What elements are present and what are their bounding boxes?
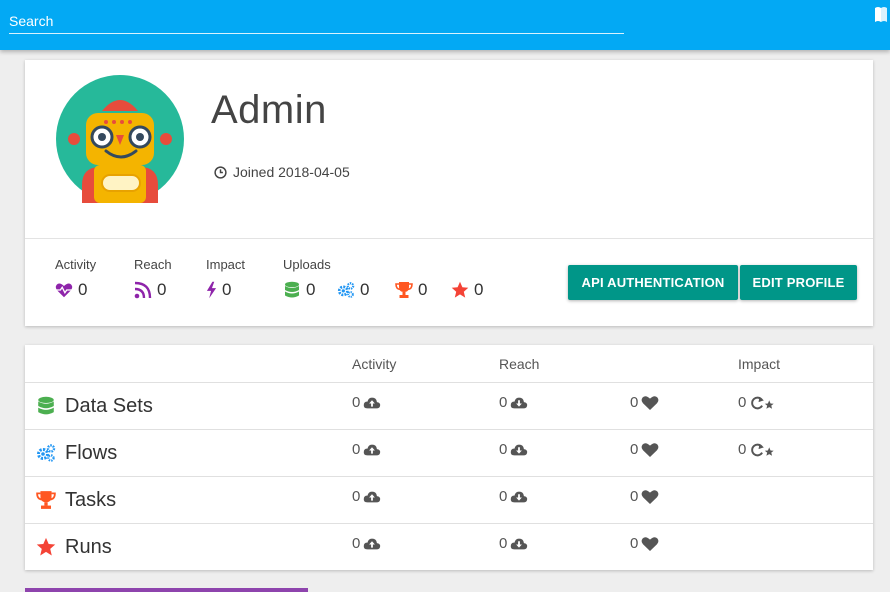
reach-count: 0 [499, 535, 508, 552]
reach-count: 0 [499, 441, 508, 458]
cloud-upload-icon [364, 538, 381, 549]
cloud-upload-icon [364, 397, 381, 408]
uploads-label: Uploads [283, 257, 331, 272]
header-reach: Reach [499, 356, 540, 372]
activity-cell: 0 [352, 535, 381, 552]
header-impact: Impact [738, 356, 781, 372]
refresh-star-icon [751, 396, 775, 409]
profile-name: Admin [211, 88, 327, 132]
cloud-download-icon [511, 397, 528, 408]
book-icon[interactable] [874, 6, 888, 24]
heart-icon [641, 536, 659, 551]
activity-count: 0 [352, 394, 361, 411]
uploads-tasks-stat: 0 [395, 280, 427, 300]
uploads-runs-stat: 0 [451, 280, 483, 300]
reach-cell: 0 [499, 394, 528, 411]
cloud-upload-icon [364, 491, 381, 502]
refresh-star-icon [751, 443, 775, 456]
likes-cell: 0 [630, 441, 659, 458]
reach-cell: 0 [499, 535, 528, 552]
divider [25, 238, 873, 239]
impact-count: 0 [738, 394, 747, 411]
impact-cell: 0 [738, 441, 777, 458]
heart-icon [641, 395, 659, 410]
database-icon [285, 281, 299, 298]
search-input[interactable] [9, 8, 624, 34]
reach-cell: 0 [499, 488, 528, 505]
likes-cell: 0 [630, 535, 659, 552]
api-authentication-button[interactable]: API AUTHENTICATION [568, 265, 738, 300]
bottom-strip [25, 588, 308, 592]
uploads-flows-value: 0 [360, 280, 370, 299]
likes-count: 0 [630, 535, 639, 552]
row-label: Runs [65, 536, 112, 558]
edit-profile-button[interactable]: EDIT PROFILE [740, 265, 857, 300]
uploads-tasks-value: 0 [418, 280, 428, 299]
activity-cell: 0 [352, 394, 381, 411]
impact-label: Impact [206, 257, 246, 272]
database-icon [38, 396, 54, 415]
likes-cell: 0 [630, 488, 659, 505]
reach-stat: 0 [134, 280, 166, 300]
cogs-icon [337, 282, 355, 298]
clock-icon [214, 165, 227, 179]
activity-value: 0 [78, 280, 88, 299]
row-label: Tasks [65, 489, 117, 511]
uploads-flows-stat: 0 [337, 280, 369, 300]
impact-count: 0 [738, 441, 747, 458]
profile-card: Admin Joined 2018-04-05 Activity Reach I… [25, 60, 873, 326]
cloud-upload-icon [364, 444, 381, 455]
table-row-flows[interactable]: Flows 0 0 0 0 [25, 429, 873, 476]
cloud-download-icon [511, 491, 528, 502]
impact-stat: 0 [206, 280, 231, 300]
uploads-datasets-stat: 0 [283, 280, 315, 300]
activity-label: Activity [55, 257, 97, 272]
uploads-table: Activity Reach Impact Data Sets 0 0 0 0 [25, 345, 873, 570]
impact-value: 0 [222, 280, 232, 299]
row-label: Data Sets [65, 395, 153, 417]
trophy-icon [36, 491, 56, 509]
reach-label: Reach [134, 257, 172, 272]
rss-icon [134, 281, 152, 299]
impact-cell: 0 [738, 394, 777, 411]
cogs-icon [37, 444, 56, 462]
cloud-download-icon [511, 444, 528, 455]
star-icon [36, 537, 56, 556]
likes-count: 0 [630, 394, 639, 411]
likes-count: 0 [630, 441, 639, 458]
top-bar [0, 0, 890, 50]
heart-icon [641, 442, 659, 457]
cloud-download-icon [511, 538, 528, 549]
row-label: Flows [65, 442, 118, 464]
likes-cell: 0 [630, 394, 659, 411]
heart-icon [641, 489, 659, 504]
table-row-tasks[interactable]: Tasks 0 0 0 [25, 476, 873, 523]
bolt-icon [206, 281, 217, 299]
joined-date: Joined 2018-04-05 [214, 164, 350, 180]
activity-cell: 0 [352, 488, 381, 505]
reach-value: 0 [157, 280, 167, 299]
activity-count: 0 [352, 441, 361, 458]
uploads-datasets-value: 0 [306, 280, 316, 299]
trophy-icon [395, 282, 413, 298]
header-activity: Activity [352, 356, 397, 372]
likes-count: 0 [630, 488, 639, 505]
star-icon [451, 281, 469, 298]
joined-text: Joined 2018-04-05 [233, 164, 350, 180]
activity-cell: 0 [352, 441, 381, 458]
reach-count: 0 [499, 394, 508, 411]
activity-count: 0 [352, 488, 361, 505]
activity-count: 0 [352, 535, 361, 552]
reach-count: 0 [499, 488, 508, 505]
uploads-runs-value: 0 [474, 280, 484, 299]
avatar [56, 75, 184, 203]
activity-stat: 0 [55, 280, 87, 300]
table-row-datasets[interactable]: Data Sets 0 0 0 0 [25, 382, 873, 429]
table-row-runs[interactable]: Runs 0 0 0 [25, 523, 873, 570]
heartbeat-icon [55, 283, 73, 298]
reach-cell: 0 [499, 441, 528, 458]
